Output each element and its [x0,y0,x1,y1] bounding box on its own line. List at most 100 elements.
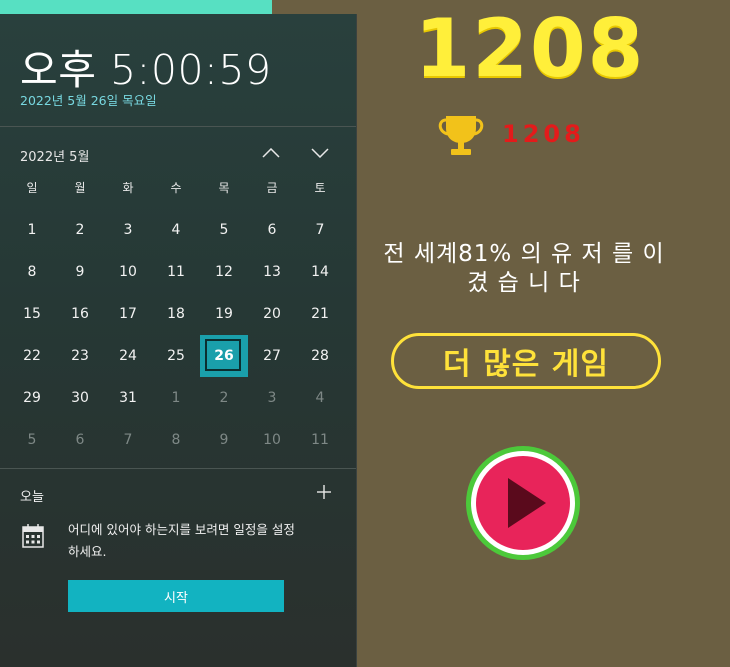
calendar-day-number: 21 [311,306,329,322]
calendar-day-number: 28 [311,348,329,364]
calendar-day-number: 19 [215,306,233,322]
calendar-day[interactable]: 7 [296,209,344,251]
calendar-day[interactable]: 2 [56,209,104,251]
calendar-day-number: 14 [311,264,329,280]
calendar-day[interactable]: 4 [296,377,344,419]
previous-month-button[interactable] [259,142,283,164]
calendar-day[interactable]: 9 [200,419,248,461]
calendar-day-number: 17 [119,306,137,322]
play-button[interactable] [464,444,582,562]
calendar-day-number: 27 [263,348,281,364]
calendar-day[interactable]: 23 [56,335,104,377]
calendar-day[interactable]: 29 [8,377,56,419]
chevron-down-icon [311,148,329,158]
calendar-day-number: 29 [23,390,41,406]
calendar-day-number: 25 [167,348,185,364]
calendar-day[interactable]: 28 [296,335,344,377]
calendar-day[interactable]: 18 [152,293,200,335]
full-date-link[interactable]: 2022년 5월 26일 목요일 [20,90,157,109]
calendar-day[interactable]: 1 [152,377,200,419]
calendar-day[interactable]: 5 [200,209,248,251]
best-score: 1208 [502,120,585,148]
calendar-day-number: 6 [267,222,277,238]
calendar-day[interactable]: 12 [200,251,248,293]
calendar-day-number: 31 [119,390,137,406]
calendar-day[interactable]: 22 [8,335,56,377]
more-games-button[interactable]: 더 많은 게임 [391,333,661,389]
calendar-day[interactable]: 27 [248,335,296,377]
calendar-day[interactable]: 8 [8,251,56,293]
calendar-day-number: 10 [263,432,281,448]
calendar-day-number: 22 [23,348,41,364]
calendar-day-number: 4 [171,222,181,238]
calendar-day[interactable]: 17 [104,293,152,335]
trophy-icon [438,116,484,155]
calendar-day-number: 16 [71,306,89,322]
taskbar-accent-strip [0,0,272,14]
calendar-day-number: 9 [219,432,229,448]
month-label[interactable]: 2022년 5월 [20,146,89,165]
calendar-day-today[interactable]: 26 [200,335,248,377]
calendar-day-number: 5 [219,222,229,238]
calendar-day[interactable]: 16 [56,293,104,335]
calendar-day[interactable]: 11 [152,251,200,293]
calendar-day[interactable]: 8 [152,419,200,461]
calendar-day-number: 26 [214,348,234,364]
calendar-day-number: 8 [27,264,37,280]
today-label: 오늘 [20,490,44,505]
calendar-day[interactable]: 4 [152,209,200,251]
calendar-day-number: 9 [75,264,85,280]
calendar-day[interactable]: 2 [200,377,248,419]
calendar-day[interactable]: 1 [8,209,56,251]
calendar-day[interactable]: 19 [200,293,248,335]
weekday-header: 화 [122,181,134,195]
calendar-day-number: 12 [215,264,233,280]
calendar-day-number: 5 [27,432,37,448]
calendar-day-number: 30 [71,390,89,406]
calendar-day-number: 7 [123,432,133,448]
calendar-day-number: 11 [167,264,185,280]
divider [0,126,356,127]
calendar-day-number: 10 [119,264,137,280]
calendar-day-number: 13 [263,264,281,280]
calendar-day[interactable]: 24 [104,335,152,377]
calendar-day-number: 24 [119,348,137,364]
calendar-day[interactable]: 10 [104,251,152,293]
calendar-icon [22,524,44,548]
add-event-button[interactable] [312,480,336,504]
calendar-day[interactable]: 14 [296,251,344,293]
start-button[interactable]: 시작 [68,580,284,612]
calendar-day[interactable]: 9 [56,251,104,293]
calendar-day[interactable]: 30 [56,377,104,419]
calendar-day[interactable]: 6 [248,209,296,251]
calendar-day[interactable]: 13 [248,251,296,293]
plus-icon [317,485,331,499]
calendar-day-number: 1 [27,222,37,238]
calendar-day[interactable]: 7 [104,419,152,461]
calendar-day[interactable]: 25 [152,335,200,377]
calendar-day[interactable]: 6 [56,419,104,461]
calendar-day[interactable]: 5 [8,419,56,461]
calendar-day[interactable]: 11 [296,419,344,461]
calendar-day-number: 3 [123,222,133,238]
calendar-day[interactable]: 10 [248,419,296,461]
next-month-button[interactable] [308,142,332,164]
calendar-day[interactable]: 3 [104,209,152,251]
calendar-day-number: 2 [75,222,85,238]
divider [0,468,356,469]
calendar-day-number: 11 [311,432,329,448]
calendar-day[interactable]: 31 [104,377,152,419]
current-score: 1208 [414,2,646,95]
calendar-day[interactable]: 15 [8,293,56,335]
weekday-header: 월 [74,181,86,195]
ranking-message: 전 세계81% 의 유 저 를 이 겼 습 니 다 [383,241,665,296]
calendar-day[interactable]: 21 [296,293,344,335]
calendar-day-number: 8 [171,432,181,448]
calendar-day[interactable]: 20 [248,293,296,335]
calendar-day-number: 3 [267,390,277,406]
calendar-day-number: 4 [315,390,325,406]
calendar-day[interactable]: 3 [248,377,296,419]
calendar-day-number: 15 [23,306,41,322]
calendar-day-number: 7 [315,222,325,238]
chevron-up-icon [262,148,280,158]
